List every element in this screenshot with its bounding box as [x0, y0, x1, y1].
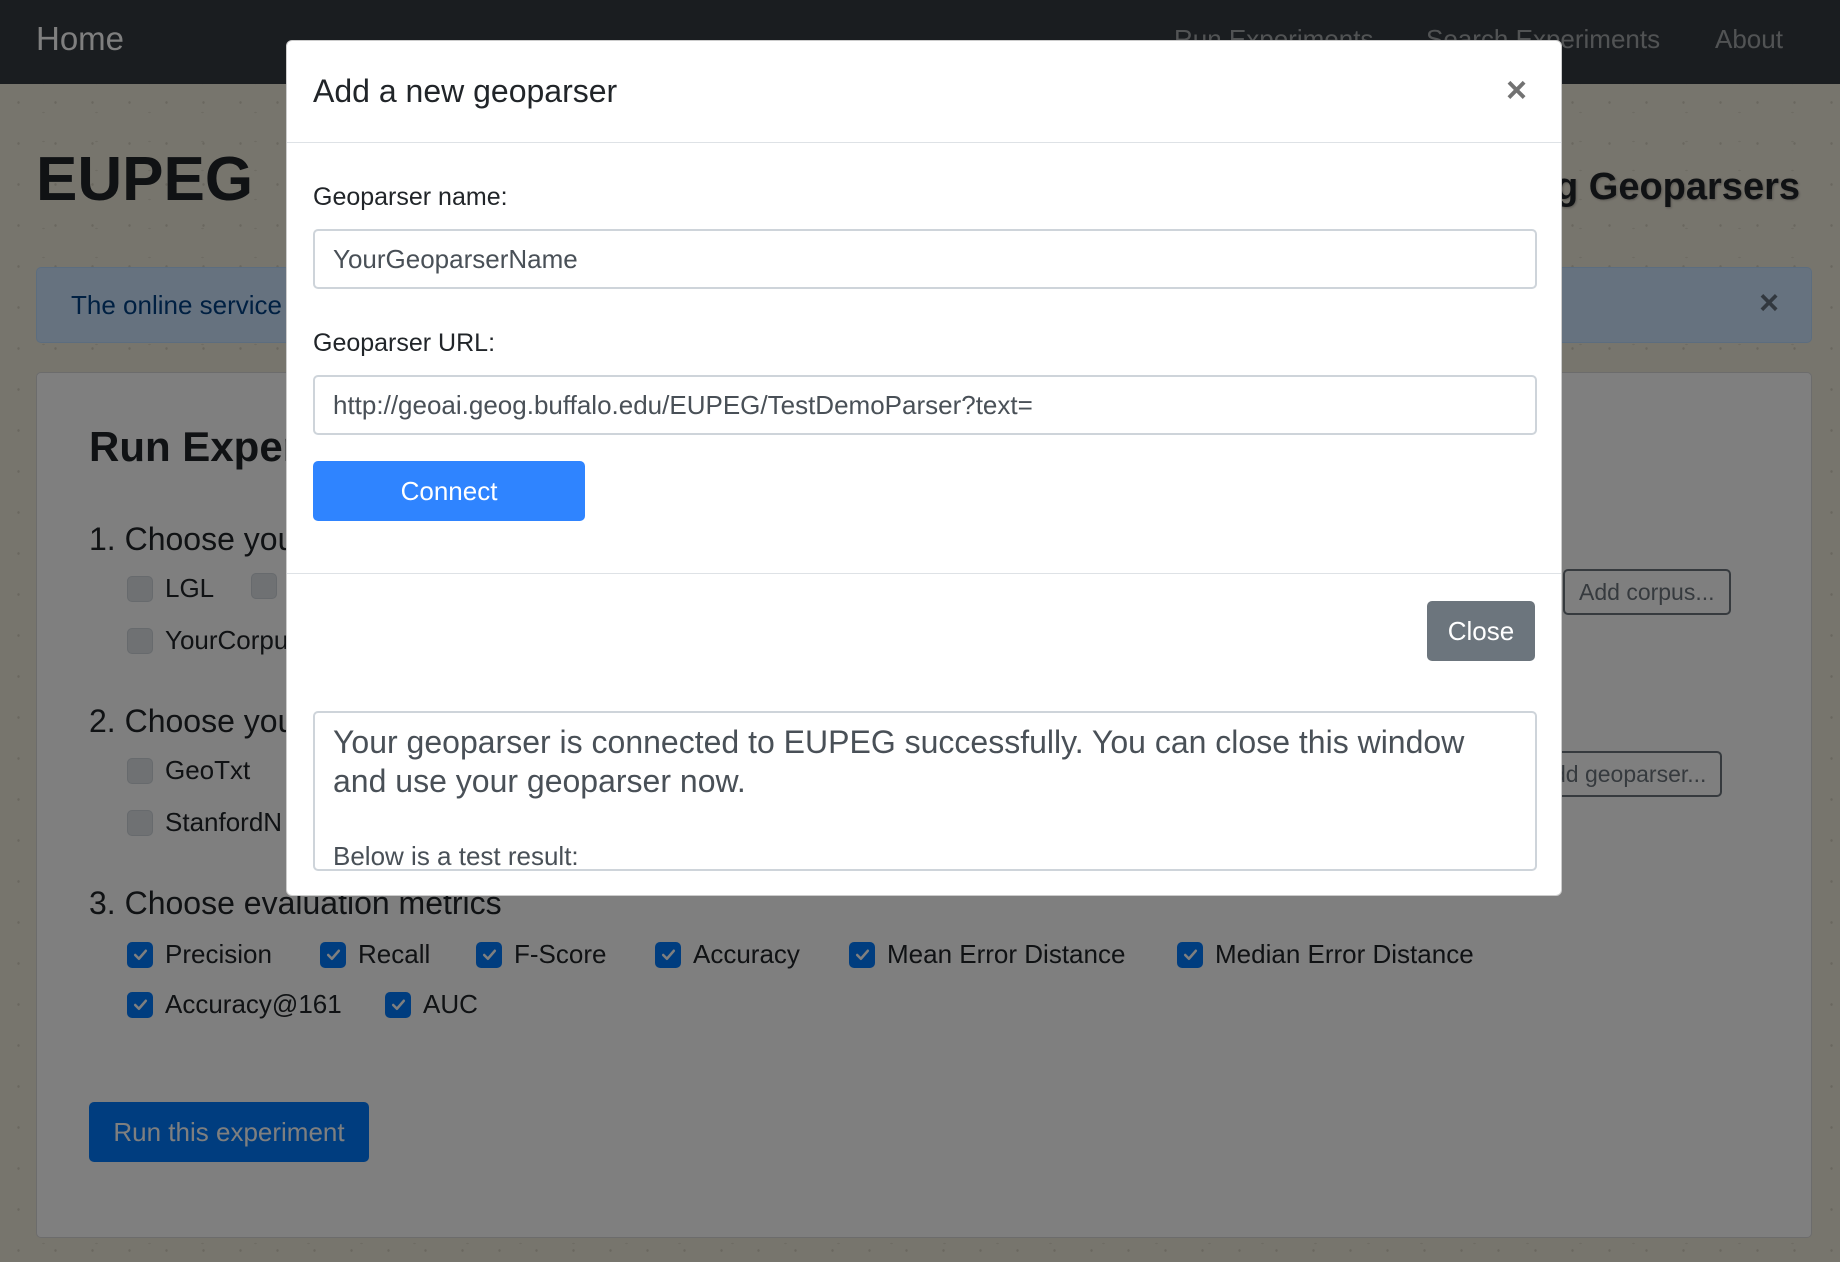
test-result-caption: Below is a test result:	[333, 841, 579, 871]
geoparser-name-label: Geoparser name:	[313, 183, 508, 211]
modal-divider	[287, 573, 1561, 574]
add-geoparser-modal: Add a new geoparser × Geoparser name: Ge…	[286, 40, 1562, 896]
geoparser-url-label: Geoparser URL:	[313, 329, 496, 357]
test-result-output[interactable]: Your geoparser is connected to EUPEG suc…	[313, 711, 1537, 871]
modal-header: Add a new geoparser ×	[287, 41, 1561, 143]
modal-title: Add a new geoparser	[313, 73, 618, 109]
close-icon[interactable]: ×	[1506, 69, 1527, 111]
close-button[interactable]: Close	[1427, 601, 1535, 661]
geoparser-name-input[interactable]	[313, 229, 1537, 289]
connection-success-message: Your geoparser is connected to EUPEG suc…	[333, 724, 1465, 799]
geoparser-url-input[interactable]	[313, 375, 1537, 435]
connect-button[interactable]: Connect	[313, 461, 585, 521]
